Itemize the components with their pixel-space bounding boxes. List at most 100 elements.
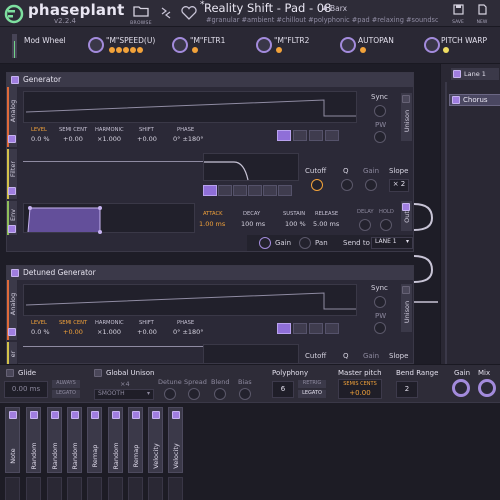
slope-value[interactable]: × 2 (389, 179, 409, 192)
heart-icon[interactable] (180, 5, 198, 21)
modulator-slot[interactable]: Random (67, 407, 82, 473)
attack-value[interactable]: 1.00 ms (199, 220, 225, 228)
phase-value[interactable]: 0° ±180° (173, 135, 204, 143)
lane-1-checkbox[interactable] (453, 70, 461, 78)
modulator-enable-checkbox[interactable] (152, 411, 160, 419)
retrig-toggle[interactable]: RETRIG (298, 380, 326, 388)
mix-knob[interactable] (478, 379, 496, 397)
semi-cent-value[interactable]: +0.00 (63, 135, 83, 143)
spread-knob[interactable] (188, 388, 200, 400)
macro-knob-fltr1[interactable] (172, 37, 188, 53)
highpass-button[interactable] (218, 185, 232, 196)
out-gain-knob[interactable] (259, 237, 271, 249)
hold-knob[interactable] (380, 219, 392, 231)
modulator-enable-checkbox[interactable] (172, 411, 180, 419)
detune-knob[interactable] (164, 388, 176, 400)
glide-checkbox[interactable] (6, 369, 14, 377)
detuned-analog-tab[interactable]: Analog (7, 280, 18, 340)
master-pitch-box[interactable]: SEMIS CENTS +0.00 (338, 379, 382, 399)
unison-tab[interactable]: Unison (401, 93, 413, 141)
macro-knob-fltr2[interactable] (256, 37, 272, 53)
decay-value[interactable]: 100 ms (241, 220, 265, 228)
pan-knob[interactable] (299, 237, 311, 249)
macro-knob-pitch-warp[interactable] (424, 37, 440, 53)
glide-time-value[interactable]: 0.00 ms (4, 381, 48, 398)
modulator-slot[interactable]: Note (5, 407, 20, 473)
shelf-button[interactable] (278, 185, 292, 196)
empty-modulator-slot[interactable] (67, 477, 82, 500)
modulator-enable-checkbox[interactable] (51, 411, 59, 419)
filter-enable-checkbox[interactable] (8, 187, 16, 195)
glide-always-toggle[interactable]: ALWAYS (52, 380, 80, 388)
delay-knob[interactable] (359, 219, 371, 231)
harmonic-value[interactable]: ×1.000 (97, 135, 121, 143)
detuned-phase-value[interactable]: 0° ±180° (173, 328, 204, 336)
polyphony-value[interactable]: 6 (272, 381, 294, 398)
master-pitch-value[interactable]: +0.00 (339, 389, 381, 397)
square-wave-button[interactable] (293, 130, 307, 141)
chorus-effect[interactable]: Chorus (449, 94, 500, 106)
sine-wave-button[interactable] (325, 130, 339, 141)
modulator-slot[interactable]: Random (26, 407, 41, 473)
shift-value[interactable]: +0.00 (137, 135, 157, 143)
cutoff-knob[interactable] (311, 179, 323, 191)
release-value[interactable]: 5.00 ms (313, 220, 339, 228)
send-to-dropdown[interactable]: LANE 1 ▾ (371, 237, 413, 249)
out-tab[interactable]: Out (401, 201, 413, 231)
env-tab[interactable]: Env (7, 201, 18, 235)
filter-tab[interactable]: Filter (7, 149, 18, 199)
level-value[interactable]: 0.0 % (31, 135, 50, 143)
lane-1-tab[interactable]: Lane 1 (451, 68, 499, 80)
unison-checkbox[interactable] (402, 95, 410, 103)
chorus-enable-checkbox[interactable] (452, 96, 460, 104)
detuned-square-wave-button[interactable] (293, 323, 307, 334)
detuned-saw-wave-button[interactable] (277, 323, 291, 334)
detuned-filter-tab[interactable]: er (7, 342, 18, 364)
unison-mode-dropdown[interactable]: SMOOTH ▾ (94, 389, 154, 400)
modulator-enable-checkbox[interactable] (71, 411, 79, 419)
detuned-level-value[interactable]: 0.0 % (31, 328, 50, 336)
detuned-triangle-wave-button[interactable] (309, 323, 323, 334)
lowpass-button[interactable] (203, 185, 217, 196)
detuned-pw-knob[interactable] (374, 322, 386, 334)
empty-modulator-slot[interactable] (168, 477, 183, 500)
detuned-unison-checkbox[interactable] (402, 286, 410, 294)
sustain-value[interactable]: 100 % (285, 220, 306, 228)
macro-knob-autopan[interactable] (340, 37, 356, 53)
detuned-semi-cent-value[interactable]: +0.00 (63, 328, 83, 336)
notch-button[interactable] (248, 185, 262, 196)
empty-modulator-slot[interactable] (108, 477, 123, 500)
bandpass-button[interactable] (233, 185, 247, 196)
detuned-sync-knob[interactable] (374, 296, 386, 308)
detuned-analog-enable-checkbox[interactable] (8, 328, 16, 336)
analog-enable-checkbox[interactable] (8, 135, 16, 143)
empty-modulator-slot[interactable] (47, 477, 62, 500)
new-button[interactable]: NEW (473, 3, 491, 25)
detuned-generator-enable-checkbox[interactable] (11, 269, 19, 277)
detuned-harmonic-value[interactable]: ×1.000 (97, 328, 121, 336)
modulator-enable-checkbox[interactable] (112, 411, 120, 419)
glide-legato-toggle[interactable]: LEGATO (52, 390, 80, 398)
empty-modulator-slot[interactable] (5, 477, 20, 500)
empty-modulator-slot[interactable] (148, 477, 163, 500)
blend-knob[interactable] (214, 388, 226, 400)
empty-modulator-slot[interactable] (128, 477, 143, 500)
saw-wave-button[interactable] (277, 130, 291, 141)
modulator-slot[interactable]: Velocity (168, 407, 183, 473)
modulator-slot[interactable]: Velocity (148, 407, 163, 473)
empty-modulator-slot[interactable] (26, 477, 41, 500)
detuned-sine-wave-button[interactable] (325, 323, 339, 334)
modulator-slot[interactable]: Random (108, 407, 123, 473)
modulator-slot[interactable]: Remap (128, 407, 143, 473)
macro-knob-speed[interactable] (88, 37, 104, 53)
preset-name[interactable]: Reality Shift - Pad - 08 (204, 1, 331, 15)
generator-enable-checkbox[interactable] (11, 76, 19, 84)
empty-modulator-slot[interactable] (87, 477, 102, 500)
sync-knob[interactable] (374, 105, 386, 117)
save-button[interactable]: SAVE (449, 3, 467, 25)
modulator-enable-checkbox[interactable] (30, 411, 38, 419)
pw-knob[interactable] (374, 131, 386, 143)
analog-tab[interactable]: Analog (7, 87, 18, 147)
modulator-slot[interactable]: Random (47, 407, 62, 473)
unison-voices-value[interactable]: ×4 (120, 380, 130, 388)
